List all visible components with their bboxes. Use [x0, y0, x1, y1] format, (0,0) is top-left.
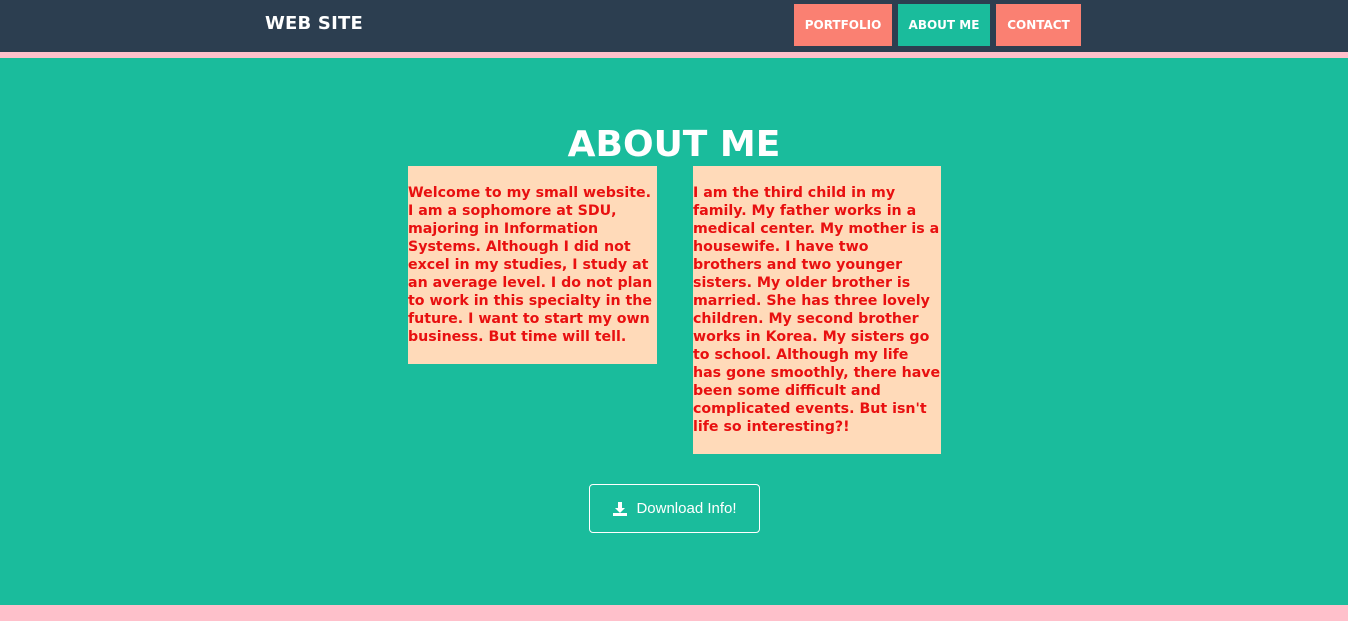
top-navbar: WEB SITE PORTFOLIO ABOUT ME CONTACT [0, 0, 1348, 52]
site-brand[interactable]: WEB SITE [265, 13, 363, 34]
bottom-divider [0, 605, 1348, 621]
nav-item-contact[interactable]: CONTACT [996, 4, 1081, 46]
download-icon [613, 501, 628, 516]
nav-item-portfolio[interactable]: PORTFOLIO [794, 4, 892, 46]
download-info-button[interactable]: Download Info! [589, 484, 760, 533]
download-button-label: Download Info! [636, 500, 737, 517]
nav-item-about-me[interactable]: ABOUT ME [898, 4, 990, 46]
about-card-left: Welcome to my small website. I am a soph… [408, 166, 657, 364]
page-title: ABOUT ME [567, 124, 781, 165]
about-card-right: I am the third child in my family. My fa… [693, 166, 941, 454]
